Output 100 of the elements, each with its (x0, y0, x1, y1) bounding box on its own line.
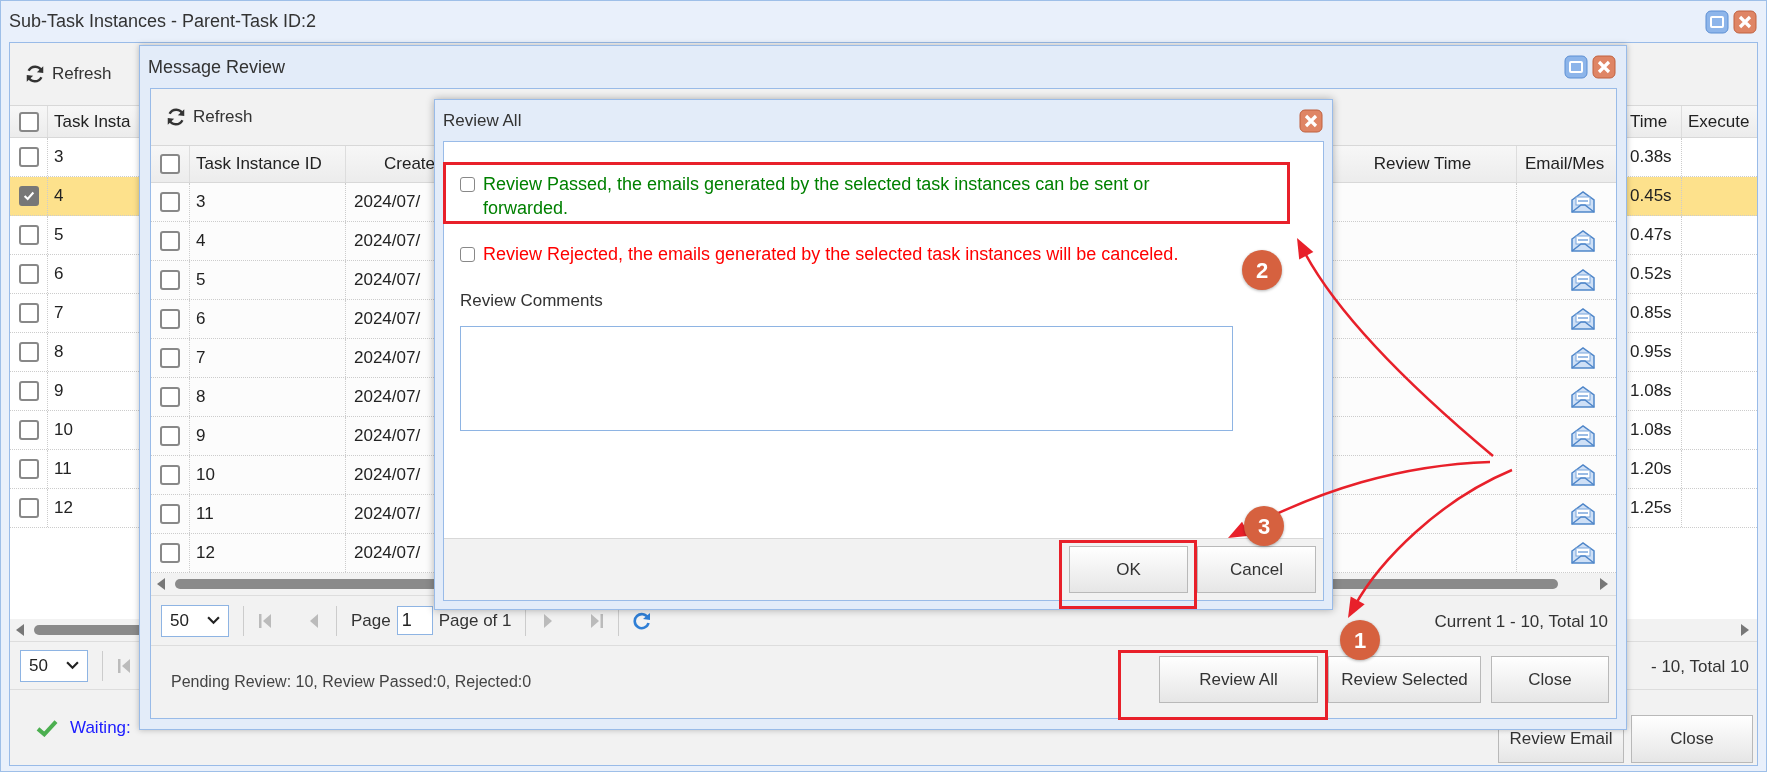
checkbox[interactable] (160, 543, 180, 563)
table-cell-text: 6 (54, 263, 64, 286)
column-header: Email/Mes (1524, 153, 1606, 176)
checkbox[interactable] (160, 270, 180, 290)
table-cell-text: 11 (54, 458, 72, 481)
checkbox[interactable] (18, 420, 39, 440)
check-icon (21, 189, 36, 203)
table-cell-text: 2024/07/ (354, 503, 421, 526)
table-cell-text: 8 (54, 341, 64, 364)
table-cell-text: 1.08s (1630, 380, 1672, 403)
restore-button[interactable] (1705, 9, 1729, 34)
button[interactable]: Review All (1159, 656, 1318, 703)
checkbox[interactable] (18, 264, 39, 284)
table-cell-text: 10 (196, 464, 215, 487)
checkbox[interactable] (160, 348, 180, 368)
page-count: Page of 1 (438, 609, 512, 632)
table-cell-text: 3 (54, 146, 64, 169)
scroll-left-icon[interactable] (16, 624, 24, 636)
checkbox[interactable] (460, 247, 475, 262)
restore-button[interactable] (1564, 55, 1588, 79)
checkbox[interactable] (18, 303, 39, 323)
table-cell-text: 6 (196, 308, 206, 331)
checkbox[interactable] (160, 231, 180, 251)
button[interactable]: Close (1631, 715, 1753, 763)
table-cell-text: 0.95s (1630, 341, 1672, 364)
table-cell-text: 2024/07/ (354, 425, 421, 448)
table-cell-text: 0.52s (1630, 263, 1672, 286)
checkbox[interactable] (18, 186, 39, 206)
page-input[interactable]: 1 (396, 606, 433, 635)
table-cell-text: 10 (54, 419, 73, 442)
table-cell-text: 0.45s (1630, 185, 1672, 208)
page-size-select[interactable]: 50 (161, 604, 229, 637)
checkbox[interactable] (18, 342, 39, 362)
checkbox[interactable] (160, 309, 180, 329)
envelope-icon[interactable] (1570, 229, 1596, 253)
table-cell-text: 7 (54, 302, 64, 325)
option-label[interactable]: Review Rejected, the emails generated by the selected task instances will be canceled. (483, 242, 1179, 266)
chevron-down-icon (207, 616, 220, 625)
table-cell-text: 8 (196, 386, 206, 409)
scroll-right-icon[interactable] (1741, 624, 1749, 636)
button[interactable]: Cancel (1197, 546, 1316, 593)
scroll-right-icon[interactable] (1600, 578, 1608, 590)
close-button[interactable] (1592, 55, 1616, 79)
checkbox[interactable] (160, 154, 180, 174)
checkbox[interactable] (18, 459, 39, 479)
window-title: Review All (443, 109, 522, 132)
refresh-button[interactable]: Refresh (163, 102, 255, 132)
button[interactable]: Close (1491, 656, 1609, 703)
comments-field[interactable] (460, 325, 1233, 431)
envelope-icon[interactable] (1570, 424, 1596, 448)
refresh-icon (24, 63, 46, 85)
checkbox[interactable] (18, 498, 39, 518)
close-button[interactable] (1299, 108, 1323, 133)
table-cell-text: 2024/07/ (354, 542, 421, 565)
checkbox[interactable] (18, 381, 39, 401)
table-cell-text: 2024/07/ (354, 269, 421, 292)
scroll-left-icon[interactable] (157, 578, 165, 590)
close-button[interactable] (1733, 9, 1757, 34)
checkbox[interactable] (18, 111, 39, 132)
envelope-icon[interactable] (1570, 190, 1596, 214)
checkbox[interactable] (160, 192, 180, 212)
refresh-button[interactable]: Refresh (22, 59, 114, 89)
check-icon (36, 718, 58, 737)
checkbox[interactable] (460, 177, 475, 192)
column-header: Task Instance ID (190, 146, 346, 182)
envelope-icon[interactable] (1570, 385, 1596, 409)
table-cell-text: 0.38s (1630, 146, 1672, 169)
envelope-icon[interactable] (1570, 346, 1596, 370)
page-size-select[interactable]: 50 (20, 649, 88, 682)
button[interactable]: Review Selected (1328, 656, 1481, 703)
table-cell-text: 2024/07/ (354, 386, 421, 409)
table-cell-text: 2024/07/ (354, 464, 421, 487)
checkbox[interactable] (160, 465, 180, 485)
checkbox[interactable] (18, 147, 39, 167)
table-cell-text: 2024/07/ (354, 347, 421, 370)
table-cell-text: 9 (54, 380, 64, 403)
checkbox[interactable] (160, 504, 180, 524)
table-cell-text: 1.08s (1630, 419, 1672, 442)
table-cell-text: 5 (54, 224, 64, 247)
table-cell-text: 2024/07/ (354, 308, 421, 331)
page-label: Page (351, 609, 391, 632)
checkbox[interactable] (18, 225, 39, 245)
checkbox[interactable] (160, 387, 180, 407)
envelope-icon[interactable] (1570, 541, 1596, 565)
column-header: Task Insta (53, 110, 132, 133)
refresh-icon[interactable] (633, 611, 652, 630)
window-title: Sub-Task Instances - Parent-Task ID:2 (9, 10, 317, 33)
table-cell-text: 0.85s (1630, 302, 1672, 325)
envelope-icon[interactable] (1570, 502, 1596, 526)
envelope-icon[interactable] (1570, 268, 1596, 292)
checkbox[interactable] (160, 426, 180, 446)
refresh-icon (165, 106, 187, 128)
envelope-icon[interactable] (1570, 307, 1596, 331)
table-cell-text: 5 (196, 269, 206, 292)
button[interactable]: OK (1069, 546, 1188, 593)
table-cell-text: 7 (196, 347, 206, 370)
envelope-icon[interactable] (1570, 463, 1596, 487)
table-cell-text: 4 (196, 230, 206, 253)
table-cell-text: 3 (196, 191, 206, 214)
last-page-icon[interactable] (588, 611, 605, 630)
